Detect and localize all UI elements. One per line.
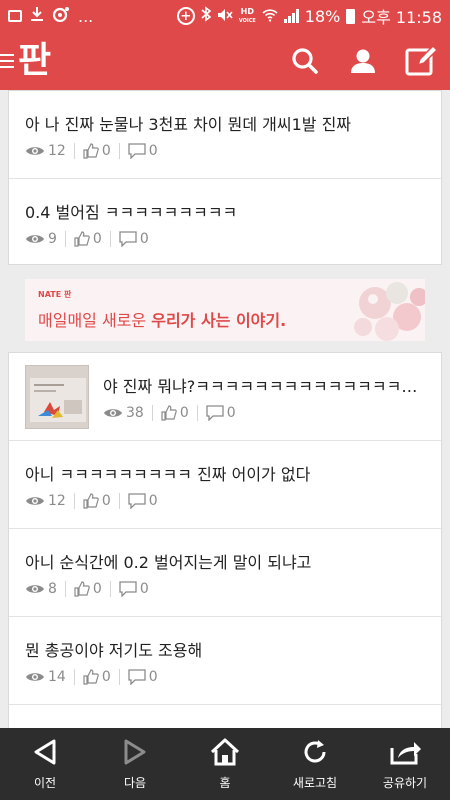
- forward-button[interactable]: 다음: [90, 728, 180, 800]
- post-title[interactable]: 뭔 총공이야 저기도 조용해: [25, 637, 425, 661]
- back-button[interactable]: 이전: [0, 728, 90, 800]
- thumbs-up-icon: [83, 493, 99, 509]
- list-item[interactable]: 아니 ㅋㅋㅋㅋㅋㅋㅋㅋㅋ 진짜 어이가 없다 12 0 0: [9, 441, 443, 529]
- eye-icon: [26, 235, 44, 243]
- search-icon[interactable]: [288, 44, 322, 78]
- view-count: 9: [48, 231, 57, 247]
- like-count: 0: [101, 493, 111, 509]
- refresh-button[interactable]: 새로고침: [270, 728, 360, 800]
- ad-brand: NATE 판: [38, 290, 72, 299]
- post-list: 아 나 진짜 눈물나 3천표 차이 뭔데 개씨1발 진짜 12 0 0 0.4 …: [0, 90, 450, 728]
- write-icon[interactable]: [404, 44, 438, 78]
- mute-icon: [217, 7, 233, 26]
- data-saver-icon: +: [176, 7, 195, 25]
- post-meta: 14 0 0: [25, 669, 158, 685]
- home-icon: [210, 738, 240, 766]
- post-title[interactable]: 야 진짜 뭐냐?ㅋㅋㅋㅋㅋㅋㅋㅋㅋㅋㅋㅋㅋㅋㅋㅋㅋㅋ: [103, 373, 428, 397]
- share-label: 공유하기: [382, 776, 428, 790]
- eye-icon: [26, 585, 44, 593]
- like-count: 0: [101, 669, 111, 685]
- image-notification-icon: [8, 10, 22, 22]
- eye-icon: [26, 497, 44, 505]
- home-button[interactable]: 홈: [180, 728, 270, 800]
- post-title[interactable]: 아 나 진짜 눈물나 3천표 차이 뭔데 개씨1발 진짜: [25, 111, 425, 135]
- list-item[interactable]: 아 나 진짜 눈물나 3천표 차이 뭔데 개씨1발 진짜 12 0 0: [9, 91, 443, 179]
- logo[interactable]: 판: [18, 43, 51, 79]
- post-meta: 12 0 0: [25, 493, 158, 509]
- post-meta: 8 0 0: [25, 581, 149, 597]
- view-count: 12: [48, 143, 66, 159]
- post-title[interactable]: 아니 순식간에 0.2 벌어지는게 말이 되냐고: [25, 549, 425, 573]
- download-notification-icon: [30, 6, 44, 26]
- thumbs-up-icon: [83, 143, 99, 159]
- share-icon: [390, 742, 421, 765]
- like-count: 0: [92, 581, 102, 597]
- ad-text: 매일매일 새로운 우리가 사는 이야기.: [38, 311, 287, 330]
- back-label: 이전: [33, 776, 57, 790]
- comment-count: 0: [148, 669, 158, 685]
- post-title[interactable]: 0.4 벌어짐 ㅋㅋㅋㅋㅋㅋㅋㅋㅋ: [25, 199, 425, 223]
- list-item[interactable]: 아니 순식간에 0.2 벌어지는게 말이 되냐고 8 0 0: [9, 529, 443, 617]
- view-count: 14: [48, 669, 66, 685]
- post-meta: 12 0 0: [25, 143, 158, 159]
- back-icon: [34, 739, 56, 765]
- more-notifications-indicator: ...: [78, 6, 94, 26]
- thumbs-up-icon: [161, 405, 177, 421]
- like-count: 0: [179, 405, 189, 421]
- eye-icon: [26, 673, 44, 681]
- bottom-nav: 이전 다음 홈 새로고침 공유하기: [0, 728, 450, 800]
- eye-icon: [104, 409, 122, 417]
- wifi-icon: [262, 7, 278, 26]
- post-card: 아 나 진짜 눈물나 3천표 차이 뭔데 개씨1발 진짜 12 0 0 0.4 …: [8, 90, 443, 266]
- bluetooth-icon: [201, 6, 212, 26]
- app-notification-icon: [52, 6, 70, 26]
- refresh-label: 새로고침: [292, 776, 338, 790]
- comment-count: 0: [139, 231, 149, 247]
- comment-icon: [128, 143, 146, 159]
- comment-count: 0: [148, 493, 158, 509]
- comment-icon: [206, 405, 224, 421]
- like-count: 0: [101, 143, 111, 159]
- comment-icon: [128, 669, 146, 685]
- app-header: 판: [0, 32, 450, 90]
- battery-percent: 18%: [304, 6, 341, 26]
- list-item[interactable]: 뭔 총공이야 저기도 조용해 14 0 0: [9, 617, 443, 705]
- view-count: 38: [126, 405, 144, 421]
- like-count: 0: [92, 231, 102, 247]
- battery-icon: [346, 8, 356, 24]
- list-item[interactable]: 야 진짜 뭐냐?ㅋㅋㅋㅋㅋㅋㅋㅋㅋㅋㅋㅋㅋㅋㅋㅋㅋㅋ 38 0 0: [9, 353, 443, 441]
- comment-icon: [128, 493, 146, 509]
- view-count: 8: [48, 581, 57, 597]
- comment-count: 0: [226, 405, 236, 421]
- post-meta: 38 0 0: [103, 405, 236, 421]
- post-meta: 9 0 0: [25, 231, 149, 247]
- thumbs-up-icon: [74, 231, 90, 247]
- share-button[interactable]: 공유하기: [360, 728, 450, 800]
- eye-icon: [26, 147, 44, 155]
- post-title[interactable]: 아니 ㅋㅋㅋㅋㅋㅋㅋㅋㅋ 진짜 어이가 없다: [25, 461, 425, 485]
- comment-count: 0: [139, 581, 149, 597]
- thumbs-up-icon: [74, 581, 90, 597]
- ad-banner[interactable]: NATE 판 매일매일 새로운 우리가 사는 이야기.: [25, 279, 425, 341]
- refresh-icon: [304, 740, 326, 763]
- comment-count: 0: [148, 143, 158, 159]
- user-icon[interactable]: [346, 44, 380, 78]
- comment-icon: [119, 581, 137, 597]
- view-count: 12: [48, 493, 66, 509]
- hd-voice-icon: HD VOICE: [238, 6, 256, 24]
- pearls-decoration: [354, 282, 425, 341]
- forward-icon: [124, 739, 146, 765]
- post-thumbnail[interactable]: [25, 365, 89, 429]
- post-card: 야 진짜 뭐냐?ㅋㅋㅋㅋㅋㅋㅋㅋㅋㅋㅋㅋㅋㅋㅋㅋㅋㅋ 38 0 0 아니 ㅋㅋㅋ…: [8, 352, 443, 728]
- status-bar: ... + HD VOICE 18% 오후 11:58: [0, 0, 450, 32]
- thumbs-up-icon: [83, 669, 99, 685]
- home-label: 홈: [219, 776, 231, 790]
- signal-icon: [283, 9, 299, 23]
- clock: 오후 11:58: [361, 8, 442, 27]
- list-item[interactable]: 0.4 벌어짐 ㅋㅋㅋㅋㅋㅋㅋㅋㅋ 9 0 0: [9, 179, 443, 266]
- comment-icon: [119, 231, 137, 247]
- menu-icon[interactable]: [0, 54, 14, 68]
- forward-label: 다음: [123, 776, 147, 790]
